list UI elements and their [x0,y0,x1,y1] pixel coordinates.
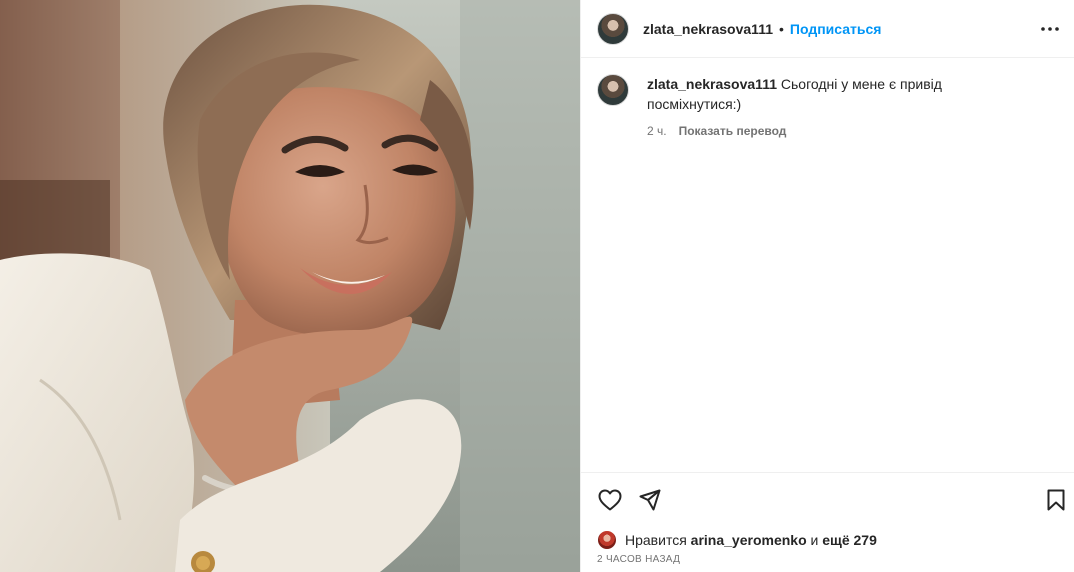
post-header: zlata_nekrasova111 • Подписаться [581,0,1074,58]
paper-plane-icon[interactable] [637,487,663,513]
portrait-illustration [0,0,580,572]
likes-summary: Нравится arina_yeromenko и ещё 279 [597,530,877,550]
heart-icon[interactable] [597,487,623,513]
caption-author-username[interactable]: zlata_nekrasova111 [647,76,777,92]
post-details-panel: zlata_nekrasova111 • Подписаться zlata_n… [580,0,1074,572]
follow-button[interactable]: Подписаться [790,21,882,37]
liker-avatar[interactable] [597,530,617,550]
likes-others-count[interactable]: ещё 279 [822,532,877,548]
post-photo[interactable] [0,0,580,572]
post-footer: Нравится arina_yeromenko и ещё 279 2 ЧАС… [581,472,1074,572]
post-caption: zlata_nekrasova111 Сьогодні у мене є при… [597,74,1057,138]
post-timestamp: 2 ЧАСОВ НАЗАД [597,554,681,565]
bookmark-icon[interactable] [1043,487,1069,513]
caption-author-avatar[interactable] [597,74,629,106]
separator-dot: • [779,20,784,37]
author-username[interactable]: zlata_nekrasova111 [643,21,773,37]
caption-age: 2 ч. [647,124,667,138]
author-avatar[interactable] [597,12,629,45]
likes-prefix: Нравится [625,532,687,548]
liker-username[interactable]: arina_yeromenko [691,532,807,548]
caption-meta: 2 ч. Показать перевод [647,124,1037,138]
caption-text-block: zlata_nekrasova111 Сьогодні у мене є при… [647,74,1037,114]
more-horizontal-icon[interactable] [1039,18,1061,40]
action-bar [597,487,1065,515]
likes-conjunction: и [810,532,819,548]
show-translation-button[interactable]: Показать перевод [679,124,787,138]
caption-body: zlata_nekrasova111 Сьогодні у мене є при… [647,74,1037,138]
